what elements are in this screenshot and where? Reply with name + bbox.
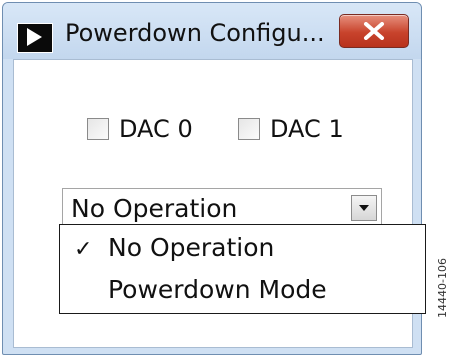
mode-dropdown-list: ✓ No Operation Powerdown Mode (59, 224, 426, 314)
dropdown-item-no-operation[interactable]: ✓ No Operation (60, 227, 425, 269)
dac0-checkbox[interactable]: DAC 0 (87, 115, 193, 143)
combo-selected-value: No Operation (71, 194, 238, 223)
play-triangle-icon (17, 23, 53, 53)
dac1-checkbox-box[interactable] (238, 118, 260, 140)
dac1-checkbox[interactable]: DAC 1 (238, 115, 344, 143)
close-icon (364, 22, 384, 40)
dropdown-item-label: No Operation (108, 233, 275, 262)
title-bar[interactable]: Powerdown Configu... (3, 3, 421, 59)
close-button[interactable] (339, 14, 409, 48)
figure-id-label: 14440-106 (436, 258, 449, 318)
check-mark-icon: ✓ (74, 237, 93, 262)
chevron-down-icon (359, 205, 369, 211)
dac0-checkbox-box[interactable] (87, 118, 109, 140)
dropdown-item-powerdown-mode[interactable]: Powerdown Mode (60, 269, 425, 311)
dac0-checkbox-label[interactable]: DAC 0 (119, 115, 193, 143)
mode-combobox[interactable]: No Operation (62, 188, 382, 226)
dac1-checkbox-label[interactable]: DAC 1 (270, 115, 344, 143)
combo-dropdown-button[interactable] (351, 195, 377, 221)
window-title: Powerdown Configu... (65, 19, 325, 47)
dropdown-item-label: Powerdown Mode (108, 275, 327, 304)
